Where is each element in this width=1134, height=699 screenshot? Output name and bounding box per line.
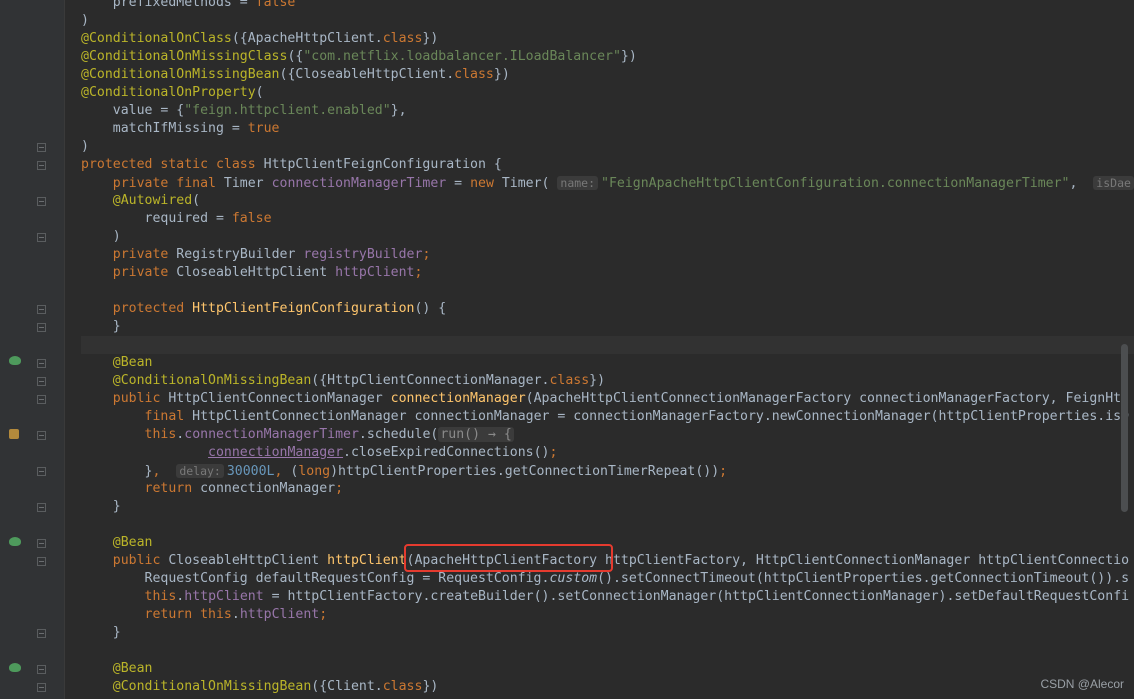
code-line: protected HttpClientFeignConfiguration()… [112, 301, 447, 316]
code-line: this.httpClient = httpClientFactory.crea… [144, 589, 1130, 604]
editor-gutter [0, 0, 64, 699]
fold-marker-icon[interactable] [37, 467, 46, 476]
code-line: connectionManager.closeExpiredConnection… [208, 445, 558, 460]
gutter-divider [64, 0, 65, 699]
code-line: @ConditionalOnMissingBean({Client.class}… [112, 679, 439, 694]
code-line: ) [81, 139, 89, 154]
watermark: CSDN @Alecor [1040, 677, 1124, 691]
vertical-scrollbar[interactable] [1121, 344, 1128, 512]
code-line: ) [81, 13, 89, 28]
fold-marker-icon[interactable] [37, 359, 46, 368]
code-line: private CloseableHttpClient httpClient; [112, 265, 423, 280]
fold-marker-icon[interactable] [37, 503, 46, 512]
code-line: } [81, 499, 121, 514]
code-editor[interactable]: prefixedMethods = false ) @ConditionalOn… [81, 0, 1134, 699]
code-line: @ConditionalOnMissingClass({"com.netflix… [81, 49, 637, 64]
code-line: private final Timer connectionManagerTim… [81, 174, 1134, 192]
code-line: return connectionManager; [144, 481, 344, 496]
code-line-current [81, 336, 1134, 354]
fold-marker-icon[interactable] [37, 395, 46, 404]
code-line: @ConditionalOnMissingBean({HttpClientCon… [112, 373, 606, 388]
parameter-hint: name: [557, 176, 599, 190]
parameter-hint: isDae [1093, 176, 1134, 190]
code-line: value = {"feign.httpclient.enabled"}, [81, 103, 407, 118]
red-highlight-box [404, 544, 613, 572]
fold-marker-icon[interactable] [37, 161, 46, 170]
code-line: } [81, 625, 121, 640]
code-line: final HttpClientConnectionManager connec… [144, 409, 1130, 424]
fold-marker-icon[interactable] [37, 233, 46, 242]
code-line: ) [81, 229, 121, 244]
fold-marker-icon[interactable] [37, 683, 46, 692]
implementation-marker-icon[interactable] [8, 427, 22, 439]
code-line: private RegistryBuilder registryBuilder; [112, 247, 431, 262]
code-line: public HttpClientConnectionManager conne… [112, 391, 1130, 406]
fold-marker-icon[interactable] [37, 377, 46, 386]
fold-marker-icon[interactable] [37, 629, 46, 638]
code-line: matchIfMissing = true [81, 121, 280, 136]
fold-marker-icon[interactable] [37, 197, 46, 206]
code-line: return this.httpClient; [144, 607, 328, 622]
code-line: @Bean [112, 355, 153, 370]
fold-marker-icon[interactable] [37, 323, 46, 332]
fold-marker-icon[interactable] [37, 557, 46, 566]
code-line: required = false [81, 211, 272, 226]
code-line: this.connectionManagerTimer.schedule(run… [144, 427, 514, 442]
fold-marker-icon[interactable] [37, 143, 46, 152]
code-line: }, delay: 30000L, (long)httpClientPropert… [81, 464, 728, 479]
code-line: protected static class HttpClientFeignCo… [81, 157, 502, 172]
code-line: } [81, 319, 121, 334]
fold-marker-icon[interactable] [37, 431, 46, 440]
code-line: @Autowired( [112, 193, 201, 208]
fold-marker-icon[interactable] [37, 305, 46, 314]
spring-bean-icon[interactable] [8, 535, 22, 547]
parameter-hint: delay: [176, 464, 224, 478]
code-line: @Bean [112, 661, 153, 676]
code-line: RequestConfig defaultRequestConfig = Req… [81, 571, 1130, 586]
spring-bean-icon[interactable] [8, 354, 22, 366]
code-line: @ConditionalOnMissingBean({CloseableHttp… [81, 67, 510, 82]
fold-marker-icon[interactable] [37, 539, 46, 548]
code-line: prefixedMethods = false [81, 0, 296, 10]
fold-marker-icon[interactable] [37, 665, 46, 674]
code-line: @ConditionalOnClass({ApacheHttpClient.cl… [81, 31, 439, 46]
spring-bean-icon[interactable] [8, 661, 22, 673]
code-line: @ConditionalOnProperty( [81, 85, 264, 100]
